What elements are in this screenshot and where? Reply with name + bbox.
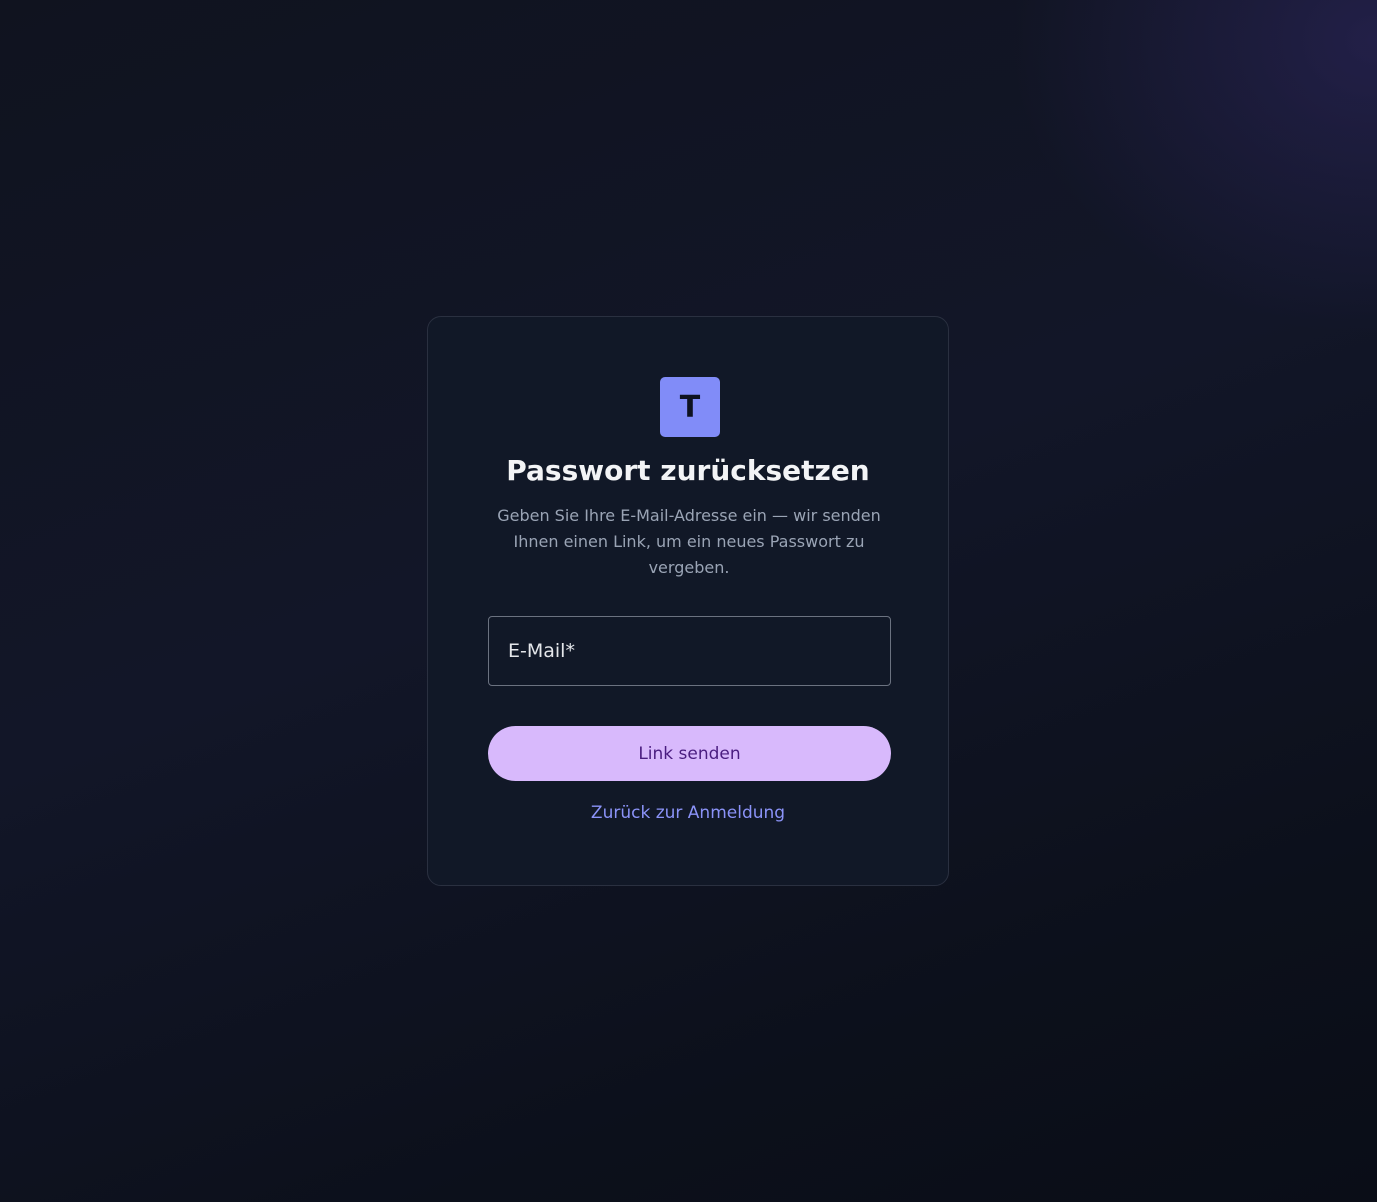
email-input[interactable] (489, 617, 890, 685)
back-to-login-link[interactable]: Zurück zur Anmeldung (428, 801, 948, 825)
page-subtitle: Geben Sie Ihre E-Mail-Adresse ein — wir … (497, 506, 881, 577)
email-field[interactable]: E-Mail* (488, 616, 891, 686)
logo-letter: T (679, 389, 701, 425)
app-logo: T (660, 377, 720, 437)
send-link-button[interactable]: Link senden (488, 726, 891, 781)
page-title: Passwort zurücksetzen (506, 454, 870, 487)
reset-password-card: T Passwort zurücksetzen Geben Sie Ihre E… (427, 316, 949, 886)
